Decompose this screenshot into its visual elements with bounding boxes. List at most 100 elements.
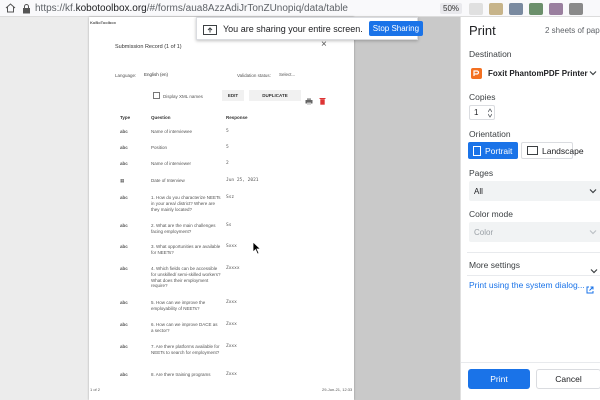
portrait-button[interactable]: Portrait (468, 142, 518, 159)
cancel-button[interactable]: Cancel (536, 369, 600, 389)
screen-share-icon (203, 23, 217, 35)
row-response: Zxxx (226, 372, 237, 377)
display-xml-checkbox (153, 92, 160, 99)
chevron-down-icon (589, 187, 597, 195)
chevron-down-icon (589, 228, 597, 236)
row-type: abc (120, 161, 128, 166)
row-response: 5 (226, 145, 229, 150)
lock-icon (22, 3, 32, 14)
page-footer-date: 29-Jun-21, 12:33 (322, 387, 353, 392)
language-value: English (en) (144, 72, 169, 77)
landscape-label: Landscape (542, 145, 584, 156)
row-type: abc (120, 266, 128, 271)
row-type: abc (120, 300, 128, 305)
page-title: Submission Record (1 of 1) (115, 44, 182, 50)
spinner-icon[interactable] (487, 108, 493, 118)
screen-sharing-bar: You are sharing your entire screen. Stop… (196, 17, 424, 40)
external-link-icon (586, 281, 594, 294)
extension-icon[interactable] (529, 2, 543, 15)
address-bar[interactable]: https://kf. kobotoolbox.org/#/forms/aua8A… (22, 1, 442, 16)
star-icon[interactable] (469, 2, 483, 15)
portrait-label: Portrait (485, 145, 513, 156)
pages-value: All (474, 186, 483, 196)
landscape-button[interactable]: Landscape (521, 142, 584, 159)
print-title: Print (469, 23, 496, 38)
home-icon[interactable] (4, 2, 16, 14)
pdf-printer-icon (471, 67, 482, 79)
duplicate-button: DUPLICATE (249, 90, 301, 101)
row-response: Sxxx (226, 244, 237, 249)
row-response: 2 (226, 161, 229, 166)
row-question: Name of interviewer (151, 161, 192, 166)
row-response: Jun 25, 2021 (226, 178, 259, 183)
row-response: Zxxx (226, 344, 237, 349)
pages-label: Pages (469, 168, 494, 178)
validation-label: Validation status: (237, 73, 271, 78)
trash-icon (319, 92, 326, 105)
divider (467, 275, 600, 276)
destination-select[interactable]: Foxit PhantomPDF Printer (469, 63, 600, 83)
cursor-icon (252, 241, 262, 255)
row-question: 8. Are there training programs (151, 372, 211, 377)
page-footer-count: 1 of 2 (90, 387, 101, 392)
row-question: 2. What are the main challenges facing e… (151, 223, 216, 234)
display-xml-label: Display XML names (163, 94, 203, 99)
close-icon: × (321, 39, 327, 50)
portrait-icon (473, 145, 481, 156)
copies-value: 1 (474, 108, 479, 117)
row-question: 6. How can we improve DACE as a sector? (151, 322, 218, 333)
edit-button: EDIT (222, 90, 244, 101)
row-response: Zxxx (226, 322, 237, 327)
chevron-down-icon[interactable] (590, 262, 598, 274)
row-response: Zxxxx (226, 266, 240, 271)
pages-select[interactable]: All (469, 181, 600, 201)
color-mode-select[interactable]: Color (469, 222, 600, 242)
destination-value: Foxit PhantomPDF Printer (488, 68, 588, 78)
destination-label: Destination (469, 49, 512, 59)
url-path: /#/forms/aua8AzzAdiJrTonZUnopiq/data/tab… (146, 3, 348, 14)
orientation-label: Orientation (469, 129, 511, 139)
print-settings-panel: Print 2 sheets of paper Destination Foxi… (460, 17, 600, 400)
row-type: abc (120, 344, 128, 349)
color-mode-value: Color (474, 227, 494, 237)
row-type: abc (120, 244, 128, 249)
more-settings-toggle[interactable]: More settings (469, 260, 520, 270)
page-brand: KoBoToolbox (90, 20, 116, 25)
preview-page: KoBoToolbox Submission Record (1 of 1) ×… (89, 17, 354, 400)
extension-icon[interactable] (489, 2, 503, 15)
row-question: 5. How can we improve the employability … (151, 300, 206, 311)
landscape-icon (527, 145, 538, 156)
preview-margin (0, 17, 90, 400)
printer-icon (305, 92, 313, 105)
preview-margin (353, 17, 460, 400)
extension-icon[interactable] (509, 2, 523, 15)
stop-sharing-button[interactable]: Stop Sharing (368, 21, 424, 36)
sharing-message: You are sharing your entire screen. (223, 23, 363, 34)
system-dialog-link[interactable]: Print using the system dialog... (469, 280, 585, 290)
row-question: 3. What opportunities are available for … (151, 244, 221, 255)
row-question: 7. Are there platforms available for NEE… (151, 344, 220, 355)
row-response: Ssz (226, 195, 235, 200)
row-response: Zxxx (226, 300, 237, 305)
copies-input[interactable]: 1 (469, 105, 495, 120)
menu-icon[interactable] (569, 2, 583, 15)
column-header-type: Type (120, 115, 131, 120)
print-button[interactable]: Print (468, 369, 530, 389)
divider (467, 252, 600, 253)
extension-icon[interactable] (549, 2, 563, 15)
zoom-level[interactable]: 50% (440, 3, 463, 14)
row-question: 4. Which fields can be accessible for un… (151, 266, 221, 289)
chevron-down-icon (589, 69, 597, 77)
row-question: Name of interviewee (151, 129, 193, 134)
url-domain: kobotoolbox.org (75, 3, 147, 14)
calendar-icon: ▦ (120, 178, 125, 183)
sheet-count: 2 sheets of paper (545, 26, 600, 35)
url-prefix: https://kf. (35, 3, 76, 14)
color-mode-label: Color mode (469, 209, 513, 219)
row-type: abc (120, 223, 128, 228)
row-question: Date of Interview (151, 178, 185, 183)
row-response: 5 (226, 129, 229, 134)
row-response: Ss (226, 223, 232, 228)
row-question: Position (151, 145, 168, 150)
browser-toolbar: https://kf. kobotoolbox.org/#/forms/aua8A… (0, 0, 600, 17)
